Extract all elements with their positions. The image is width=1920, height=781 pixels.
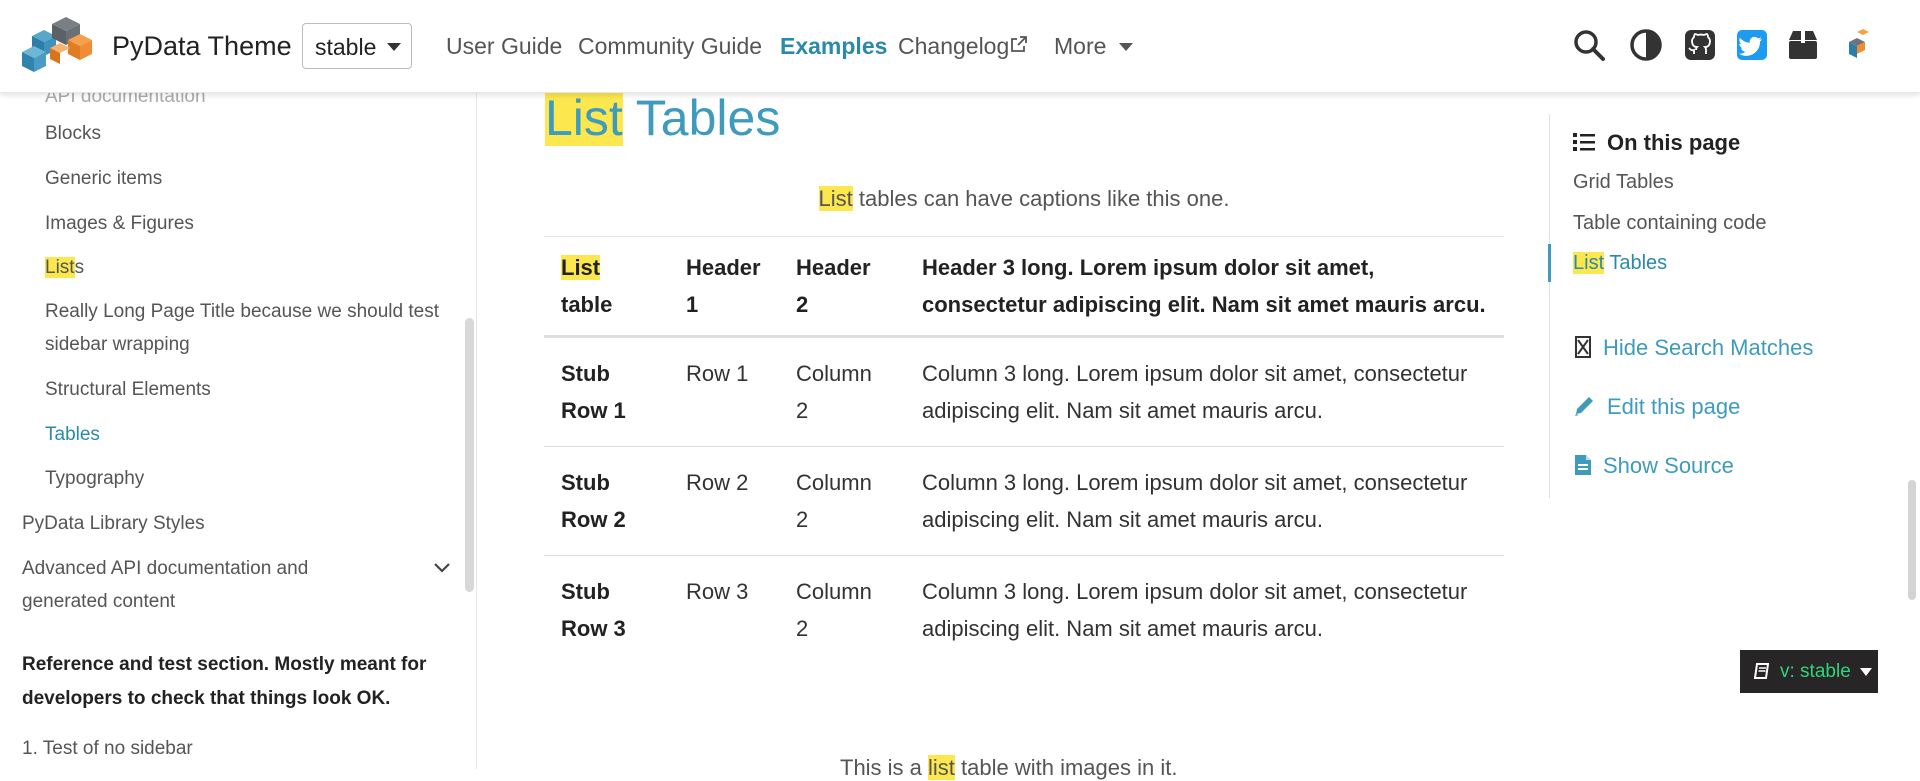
sidebar-item-lists[interactable]: Lists [45, 251, 84, 284]
table-cell: Column 2 [796, 470, 872, 532]
stub-cell: Stub Row 2 [561, 470, 626, 532]
toc-link-grid-tables[interactable]: Grid Tables [1573, 171, 1674, 194]
hourglass-cross-icon [1575, 336, 1591, 358]
search-highlight: List [45, 257, 75, 278]
stub-cell: Stub Row 1 [561, 361, 626, 423]
nav-more-dropdown[interactable]: More [1054, 33, 1133, 60]
search-highlight: List [561, 255, 601, 280]
header-text: table [561, 292, 613, 317]
table-cell: Row 1 [686, 361, 749, 386]
chevron-down-icon [387, 43, 401, 51]
table-header-cell: Header 1 [669, 236, 779, 338]
toc-link-label: Tables [1604, 252, 1668, 274]
table-row: Stub Row 3 Row 3 Column 2 Column 3 long.… [544, 556, 1504, 665]
sidebar-item-structural-elements[interactable]: Structural Elements [45, 373, 211, 406]
pydata-logo-icon[interactable] [1843, 28, 1873, 62]
table-row: Stub Row 2 Row 2 Column 2 Column 3 long.… [544, 447, 1504, 556]
sidebar-item-blocks[interactable]: Blocks [45, 117, 101, 150]
package-icon[interactable] [1786, 28, 1820, 62]
table-caption: List tables can have captions like this … [544, 186, 1504, 212]
toc-link-list-tables[interactable]: List Tables [1573, 252, 1667, 275]
hide-search-matches-link[interactable]: Hide Search Matches [1573, 335, 1813, 361]
external-link-icon [1011, 36, 1028, 52]
search-icon[interactable] [1572, 28, 1606, 62]
table-row: Stub Row 1 Row 1 Column 2 Column 3 long.… [544, 337, 1504, 447]
nav-changelog-label: Changelog [898, 33, 1010, 59]
list-table: List table Header 1 Header 2 Header 3 lo… [544, 236, 1504, 664]
table-header-cell: Header 2 [779, 236, 905, 338]
sidebar-item-advanced-api[interactable]: Advanced API documentation and generated… [22, 552, 362, 618]
page-scrollbar[interactable] [1908, 480, 1916, 600]
pydata-logo-icon[interactable] [22, 14, 100, 78]
hide-search-matches-label: Hide Search Matches [1603, 335, 1814, 360]
toc-link-table-containing-code[interactable]: Table containing code [1573, 212, 1766, 235]
edit-this-page-label: Edit this page [1607, 394, 1741, 419]
sidebar-item-typography[interactable]: Typography [45, 462, 144, 495]
readthedocs-version-badge[interactable]: v: stable [1740, 650, 1878, 693]
table-cell: Column 2 [796, 361, 872, 423]
table-cell: Column 3 long. Lorem ipsum dolor sit ame… [922, 361, 1468, 423]
site-title[interactable]: PyData Theme [112, 31, 292, 62]
toc-title: On this page [1573, 130, 1740, 156]
table-cell: Row 3 [686, 579, 749, 604]
search-highlight: list [928, 755, 955, 780]
next-table-caption: This is a list table with images in it. [840, 755, 1177, 781]
nav-examples[interactable]: Examples [780, 33, 887, 60]
table-cell: Column 3 long. Lorem ipsum dolor sit ame… [922, 579, 1468, 641]
nav-changelog[interactable]: Changelog [898, 33, 1028, 60]
sidebar-section-note: Reference and test section. Mostly meant… [22, 654, 427, 709]
table-cell: Row 2 [686, 470, 749, 495]
table-header-row: List table Header 1 Header 2 Header 3 lo… [544, 236, 1504, 338]
search-highlight: List [1573, 252, 1605, 274]
top-navbar: PyData Theme stable User Guide Community… [0, 0, 1920, 93]
file-icon [1575, 455, 1591, 475]
table-cell: Column 3 long. Lorem ipsum dolor sit ame… [922, 470, 1468, 532]
table-caption-text: tables can have captions like this one. [852, 186, 1230, 211]
on-this-page-toc: On this page Grid Tables Table containin… [1548, 114, 1890, 498]
sidebar-item-api-documentation[interactable]: API documentation [45, 92, 206, 113]
sidebar-item-tables[interactable]: Tables [45, 418, 100, 451]
nav-community-guide[interactable]: Community Guide [578, 33, 762, 60]
show-source-link[interactable]: Show Source [1573, 453, 1734, 479]
chevron-down-icon [1860, 668, 1872, 676]
chevron-down-icon [1119, 43, 1133, 51]
nav-more-label: More [1054, 33, 1107, 59]
table-cell: Column 2 [796, 579, 872, 641]
page-title: List Tables [545, 88, 780, 148]
list-icon [1573, 133, 1595, 151]
github-icon[interactable] [1683, 28, 1717, 62]
version-badge-label: v: stable [1780, 661, 1851, 682]
chevron-down-icon[interactable] [433, 562, 451, 574]
theme-toggle-icon[interactable] [1629, 28, 1663, 62]
book-icon [1754, 663, 1770, 679]
table-header-cell: List table [544, 236, 669, 338]
version-dropdown-value: stable [315, 34, 377, 60]
sidebar-item-long-title[interactable]: Really Long Page Title because we should… [45, 295, 465, 361]
twitter-icon[interactable] [1735, 28, 1769, 62]
caption-text: table with images in it. [954, 755, 1178, 780]
sidebar-scrollbar[interactable] [465, 318, 474, 592]
toc-title-label: On this page [1607, 130, 1741, 155]
sidebar-item-pydata-library-styles[interactable]: PyData Library Styles [22, 507, 205, 540]
search-highlight: List [818, 186, 853, 211]
page-title-rest: Tables [622, 90, 781, 146]
sidebar-item-label: s [74, 257, 85, 278]
caption-text: This is a [840, 755, 929, 780]
sidebar-item-images-figures[interactable]: Images & Figures [45, 207, 194, 240]
stub-cell: Stub Row 3 [561, 579, 626, 641]
search-highlight: List [545, 90, 623, 146]
sidebar-item-test-of-no-sidebar[interactable]: 1. Test of no sidebar [22, 732, 193, 765]
pencil-icon [1575, 397, 1593, 416]
show-source-label: Show Source [1603, 453, 1734, 478]
version-dropdown[interactable]: stable [302, 23, 412, 69]
edit-this-page-link[interactable]: Edit this page [1573, 394, 1740, 420]
toc-active-indicator [1548, 244, 1551, 282]
nav-user-guide[interactable]: User Guide [446, 33, 562, 60]
table-header-cell: Header 3 long. Lorem ipsum dolor sit ame… [905, 236, 1504, 338]
sidebar-item-generic-items[interactable]: Generic items [45, 162, 162, 195]
left-sidebar: API documentation Blocks Generic items I… [0, 92, 477, 769]
